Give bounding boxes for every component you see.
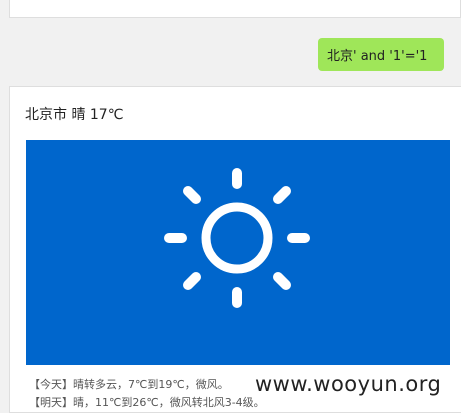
watermark: www.wooyun.org <box>255 372 442 396</box>
weather-image-panel <box>26 140 450 365</box>
weather-reply-card[interactable]: 北京市 晴 17℃ 【今天】晴转多云，7℃到19℃，微风。 【明天】晴，11℃到… <box>9 86 461 413</box>
sun-disc <box>201 202 273 274</box>
previous-message-card <box>9 0 461 18</box>
forecast-tomorrow: 【明天】晴，11℃到26℃，微风转北风3-4级。 <box>29 396 265 409</box>
forecast-today: 【今天】晴转多云，7℃到19℃，微风。 <box>29 378 229 391</box>
user-message-text: 北京' and '1'='1 <box>327 49 428 64</box>
sun-icon <box>164 168 310 308</box>
sun-ray <box>273 272 291 290</box>
user-message-bubble[interactable]: 北京' and '1'='1 <box>318 38 444 71</box>
sun-ray <box>273 186 291 204</box>
sun-ray <box>183 186 201 204</box>
weather-card-title: 北京市 晴 17℃ <box>25 107 124 123</box>
sun-ray <box>183 272 201 290</box>
